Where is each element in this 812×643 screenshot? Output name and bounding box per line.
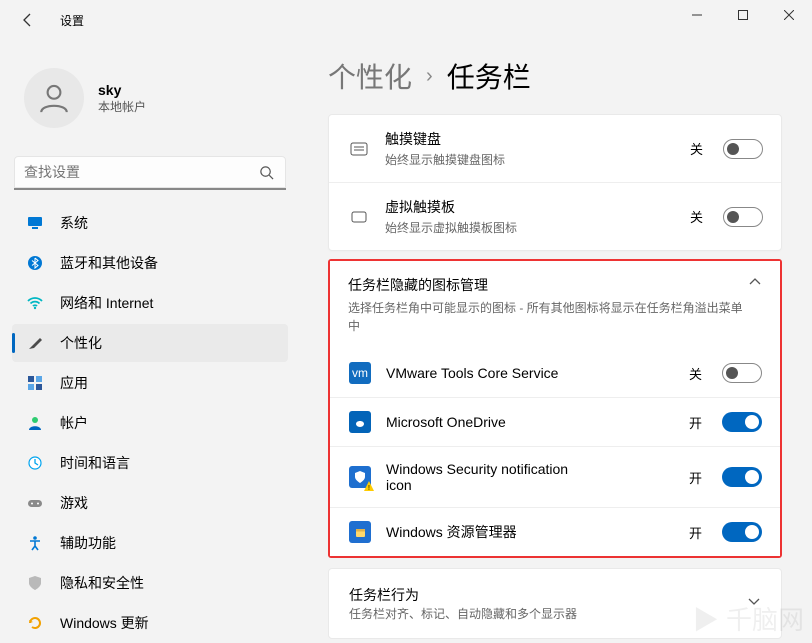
toggle-switch[interactable]	[722, 412, 762, 432]
avatar	[24, 68, 84, 128]
row-title: 虚拟触摸板	[385, 197, 678, 217]
setting-row: 虚拟触摸板 始终显示虚拟触摸板图标 关	[329, 182, 781, 250]
minimize-icon	[692, 10, 702, 20]
app-title: 设置	[60, 12, 84, 29]
breadcrumb: 个性化 › 任务栏	[328, 56, 782, 96]
toggle-state-label: 开	[689, 523, 702, 542]
maximize-button[interactable]	[720, 0, 766, 30]
sidebar-item-9[interactable]: 隐私和安全性	[12, 564, 288, 602]
sidebar-item-3[interactable]: 个性化	[12, 324, 288, 362]
app-icon	[348, 520, 372, 544]
section-title: 任务栏隐藏的图标管理	[348, 275, 748, 295]
brush-icon	[26, 334, 44, 352]
close-icon	[784, 10, 794, 20]
account-icon	[26, 414, 44, 432]
behavior-title: 任务栏行为	[349, 585, 747, 605]
sidebar-item-0[interactable]: 系统	[12, 204, 288, 242]
chevron-up-icon	[748, 275, 762, 294]
sidebar-item-label: 游戏	[60, 493, 88, 513]
back-arrow-icon	[20, 12, 36, 28]
close-button[interactable]	[766, 0, 812, 30]
row-sub: 始终显示虚拟触摸板图标	[385, 219, 678, 236]
search-icon	[259, 165, 274, 185]
sidebar-item-label: 蓝牙和其他设备	[60, 253, 158, 273]
toggle-state-label: 开	[689, 413, 702, 432]
taskbar-behavior-row[interactable]: 任务栏行为 任务栏对齐、标记、自动隐藏和多个显示器	[329, 569, 781, 638]
sidebar-item-label: 辅助功能	[60, 533, 116, 553]
sidebar-item-label: 应用	[60, 373, 88, 393]
setting-icon	[347, 137, 371, 161]
user-subtitle: 本地帐户	[98, 98, 146, 115]
toggle-switch[interactable]	[723, 139, 763, 159]
row-title: VMware Tools Core Service	[386, 365, 586, 381]
app-icon: vm	[348, 361, 372, 385]
chevron-right-icon: ›	[426, 65, 433, 88]
app-icon: !	[348, 465, 372, 489]
bluetooth-icon	[26, 254, 44, 272]
sidebar-item-label: 个性化	[60, 333, 102, 353]
row-title: Windows 资源管理器	[386, 522, 586, 542]
app-icon	[348, 410, 372, 434]
apps-icon	[26, 374, 44, 392]
sidebar-item-label: 帐户	[60, 413, 88, 433]
sidebar-item-6[interactable]: 时间和语言	[12, 444, 288, 482]
sidebar-item-label: 网络和 Internet	[60, 293, 153, 313]
row-title: Windows Security notification icon	[386, 461, 586, 493]
sidebar-item-label: 时间和语言	[60, 453, 130, 473]
wifi-icon	[26, 294, 44, 312]
maximize-icon	[738, 10, 748, 20]
sidebar-item-7[interactable]: 游戏	[12, 484, 288, 522]
toggle-state-label: 关	[689, 364, 702, 383]
toggle-switch[interactable]	[722, 467, 762, 487]
toggle-switch[interactable]	[722, 522, 762, 542]
person-icon	[37, 81, 71, 115]
crumb-current: 任务栏	[447, 56, 531, 96]
sidebar-item-label: 系统	[60, 213, 88, 233]
update-icon	[26, 614, 44, 632]
minimize-button[interactable]	[674, 0, 720, 30]
toggle-state-label: 关	[690, 207, 703, 226]
section-subtitle: 选择任务栏角中可能显示的图标 - 所有其他图标将显示在任务栏角溢出菜单中	[348, 299, 748, 335]
row-title: 触摸键盘	[385, 129, 678, 149]
setting-row: 触摸键盘 始终显示触摸键盘图标 关	[329, 115, 781, 182]
sidebar-item-1[interactable]: 蓝牙和其他设备	[12, 244, 288, 282]
behavior-sub: 任务栏对齐、标记、自动隐藏和多个显示器	[349, 605, 747, 622]
section-header[interactable]: 任务栏隐藏的图标管理 选择任务栏角中可能显示的图标 - 所有其他图标将显示在任务…	[330, 261, 780, 349]
sidebar-item-label: Windows 更新	[60, 613, 149, 633]
sidebar-item-5[interactable]: 帐户	[12, 404, 288, 442]
setting-icon	[347, 205, 371, 229]
tray-icon-row: Microsoft OneDrive 开	[330, 397, 780, 446]
search-input[interactable]	[14, 156, 286, 190]
toggle-state-label: 关	[690, 139, 703, 158]
back-button[interactable]	[8, 0, 48, 40]
crumb-parent[interactable]: 个性化	[328, 56, 412, 96]
chevron-down-icon	[747, 594, 761, 613]
toggle-switch[interactable]	[722, 363, 762, 383]
sidebar-item-2[interactable]: 网络和 Internet	[12, 284, 288, 322]
monitor-icon	[26, 214, 44, 232]
toggle-switch[interactable]	[723, 207, 763, 227]
clock-icon	[26, 454, 44, 472]
user-profile[interactable]: sky 本地帐户	[12, 56, 288, 140]
sidebar-item-8[interactable]: 辅助功能	[12, 524, 288, 562]
svg-text:!: !	[368, 485, 370, 491]
tray-icon-row: ! Windows Security notification icon 开	[330, 446, 780, 507]
game-icon	[26, 494, 44, 512]
toggle-state-label: 开	[689, 468, 702, 487]
tray-icon-row: vm VMware Tools Core Service 关	[330, 349, 780, 397]
sidebar-item-4[interactable]: 应用	[12, 364, 288, 402]
user-name: sky	[98, 82, 146, 98]
shield-icon	[26, 574, 44, 592]
row-sub: 始终显示触摸键盘图标	[385, 151, 678, 168]
accessibility-icon	[26, 534, 44, 552]
sidebar-item-label: 隐私和安全性	[60, 573, 144, 593]
sidebar-item-10[interactable]: Windows 更新	[12, 604, 288, 642]
row-title: Microsoft OneDrive	[386, 414, 586, 430]
tray-icon-row: Windows 资源管理器 开	[330, 507, 780, 556]
